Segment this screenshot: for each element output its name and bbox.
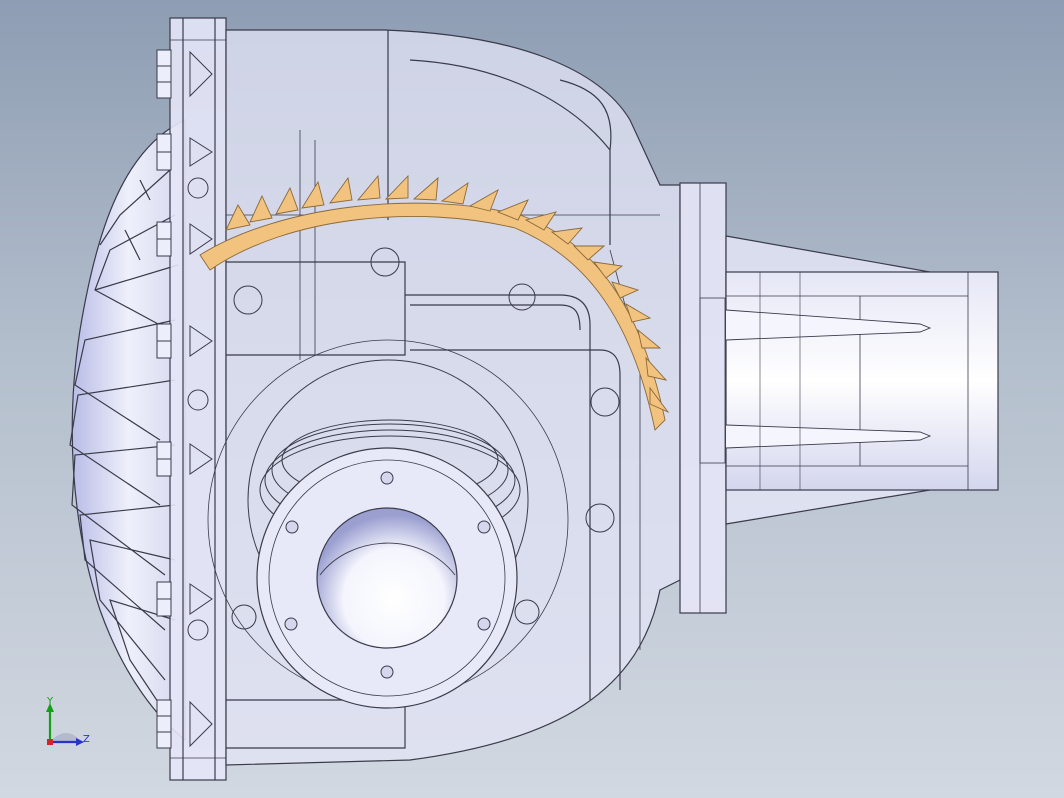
differential-housing-model[interactable] xyxy=(0,0,1064,798)
pinion-snout[interactable] xyxy=(725,235,999,525)
x-axis-dot xyxy=(47,739,53,745)
axis-triad: Y Z xyxy=(36,696,106,760)
cad-viewport[interactable]: Y Z xyxy=(0,0,1064,798)
pinion-flange[interactable] xyxy=(679,182,727,614)
y-axis-label: Y xyxy=(47,696,54,707)
finned-cover[interactable] xyxy=(69,119,186,742)
z-axis-label: Z xyxy=(83,734,90,745)
cover-flange[interactable] xyxy=(169,17,227,781)
output-flange[interactable] xyxy=(256,447,518,709)
